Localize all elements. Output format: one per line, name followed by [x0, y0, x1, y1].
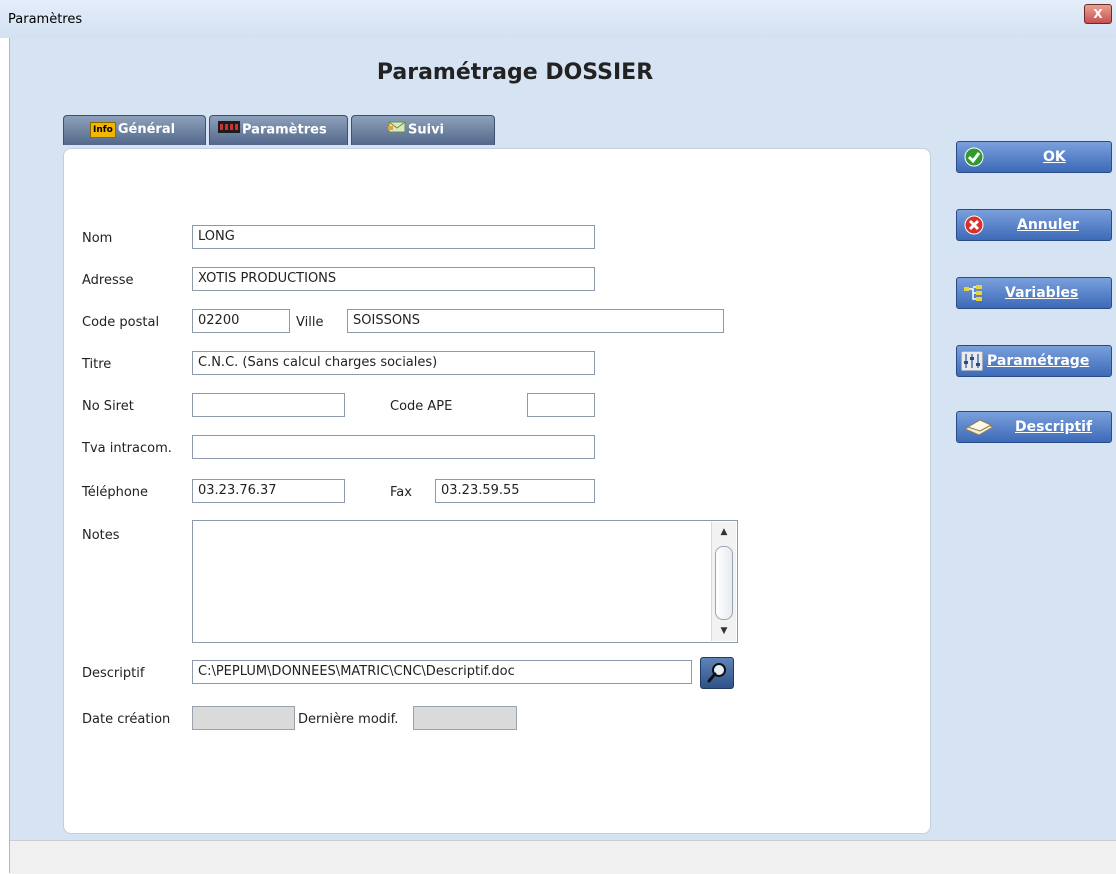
search-icon — [707, 663, 726, 683]
tab-parametres[interactable]: Paramètres — [209, 115, 348, 145]
sliders-icon — [961, 351, 983, 371]
descriptif-label: Descriptif — [82, 666, 145, 681]
tree-icon — [964, 285, 982, 301]
nom-label: Nom — [82, 231, 113, 246]
scroll-down-icon[interactable]: ▼ — [712, 623, 736, 639]
tab-suivi[interactable]: Suivi — [351, 115, 495, 145]
tab-label: Paramètres — [242, 122, 327, 138]
nom-input[interactable]: LONG — [192, 225, 595, 249]
adresse-input[interactable]: XOTIS PRODUCTIONS — [192, 267, 595, 291]
mail-icon — [388, 116, 406, 144]
scroll-thumb[interactable] — [715, 546, 733, 620]
siret-input[interactable] — [192, 393, 345, 417]
adresse-label: Adresse — [82, 273, 134, 288]
notes-scrollbar[interactable]: ▲ ▼ — [711, 522, 736, 641]
date-creation-input — [192, 706, 295, 730]
fax-label: Fax — [390, 485, 412, 500]
notes-label: Notes — [82, 528, 120, 543]
notes-textarea[interactable]: ▲ ▼ — [192, 520, 738, 643]
window-title: Paramètres — [8, 12, 83, 27]
fax-input[interactable]: 03.23.59.55 — [435, 479, 595, 503]
siret-label: No Siret — [82, 399, 134, 414]
annuler-button[interactable]: Annuler — [956, 209, 1112, 241]
date-creation-label: Date création — [82, 712, 171, 727]
left-edge — [0, 38, 10, 873]
notes-text — [193, 521, 737, 529]
descriptif-button[interactable]: Descriptif — [956, 411, 1112, 443]
browse-button[interactable] — [700, 657, 734, 689]
close-button[interactable]: X — [1084, 4, 1112, 24]
title-bar: Paramètres X — [0, 0, 1116, 38]
ville-label: Ville — [296, 315, 324, 330]
document-icon — [963, 419, 995, 436]
titre-input[interactable]: C.N.C. (Sans calcul charges sociales) — [192, 351, 595, 375]
check-icon — [964, 147, 984, 167]
info-icon: Info — [90, 121, 116, 138]
derniere-modif-input — [413, 706, 517, 730]
cancel-icon — [964, 215, 984, 235]
variables-label: Variables — [1005, 285, 1079, 301]
tab-general[interactable]: Info Général — [63, 115, 206, 145]
ville-input[interactable]: SOISSONS — [347, 309, 724, 333]
derniere-modif-label: Dernière modif. — [298, 712, 399, 727]
ape-input[interactable] — [527, 393, 595, 417]
page-title: Paramétrage DOSSIER — [376, 60, 654, 85]
telephone-input[interactable]: 03.23.76.37 — [192, 479, 345, 503]
ape-label: Code APE — [390, 399, 453, 414]
code-postal-input[interactable]: 02200 — [192, 309, 290, 333]
status-bar — [10, 840, 1116, 874]
descriptif-input[interactable]: C:\PEPLUM\DONNEES\MATRIC\CNC\Descriptif.… — [192, 660, 692, 684]
tab-label: Suivi — [408, 122, 445, 138]
ok-label: OK — [1043, 149, 1066, 165]
scroll-up-icon[interactable]: ▲ — [712, 524, 736, 540]
ok-button[interactable]: OK — [956, 141, 1112, 173]
titre-label: Titre — [82, 357, 112, 372]
tva-input[interactable] — [192, 435, 595, 459]
descriptif-label-button: Descriptif — [1015, 419, 1093, 435]
tab-label: Général — [117, 122, 176, 137]
code-postal-label: Code postal — [82, 315, 160, 330]
variables-button[interactable]: Variables — [956, 277, 1112, 309]
telephone-label: Téléphone — [82, 485, 149, 500]
tva-label: Tva intracom. — [82, 441, 172, 456]
settings-icon — [218, 116, 240, 144]
parametrage-button[interactable]: Paramétrage — [956, 345, 1112, 377]
annuler-label: Annuler — [1017, 217, 1079, 233]
parametres-window: Paramètres X Paramétrage DOSSIER Info Gén… — [0, 0, 1116, 874]
parametrage-label: Paramétrage — [987, 353, 1090, 369]
